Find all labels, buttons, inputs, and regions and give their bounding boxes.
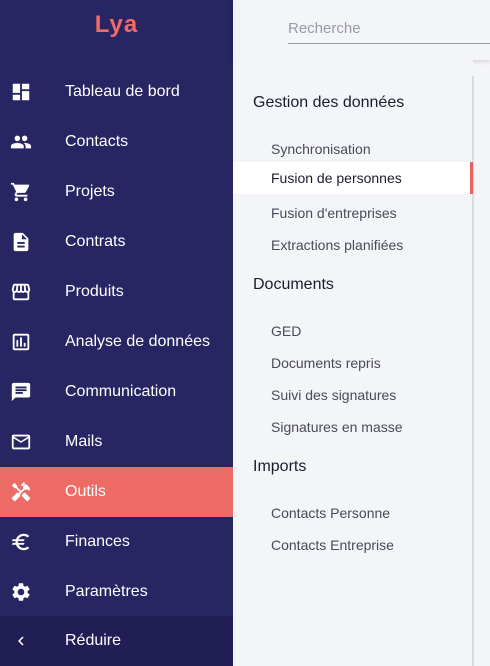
store-icon <box>10 281 32 303</box>
sidebar-item-outils[interactable]: Outils <box>0 467 233 517</box>
sidebar-item-label: Contacts <box>65 133 129 150</box>
sidebar-item-label: Outils <box>65 483 106 500</box>
collapse-label: Réduire <box>65 632 122 649</box>
submenu-item-synchronisation[interactable]: Synchronisation <box>233 133 473 165</box>
sidebar: Lya Tableau de bord Contacts Projets Con… <box>0 0 233 666</box>
chevron-left-icon <box>12 632 30 650</box>
sidebar-item-tableau-de-bord[interactable]: Tableau de bord <box>0 67 233 117</box>
analytics-icon <box>10 331 32 353</box>
sidebar-item-label: Produits <box>65 283 124 300</box>
submenu-item-suivi-signatures[interactable]: Suivi des signatures <box>233 379 473 411</box>
sidebar-item-projets[interactable]: Projets <box>0 167 233 217</box>
sidebar-item-contacts[interactable]: Contacts <box>0 117 233 167</box>
sidebar-item-communication[interactable]: Communication <box>0 367 233 417</box>
chat-icon <box>10 381 32 403</box>
people-icon <box>10 131 32 153</box>
submenu-item-signatures-masse[interactable]: Signatures en masse <box>233 411 473 443</box>
logo-text: Lya <box>94 11 139 38</box>
sidebar-item-label: Tableau de bord <box>65 83 180 100</box>
mail-icon <box>10 431 32 453</box>
sidebar-item-mails[interactable]: Mails <box>0 417 233 467</box>
app-logo[interactable]: Lya <box>0 0 233 50</box>
submenu-item-documents-repris[interactable]: Documents repris <box>233 347 473 379</box>
document-icon <box>10 231 32 253</box>
sidebar-item-label: Analyse de données <box>65 333 210 350</box>
submenu-item-extractions[interactable]: Extractions planifiées <box>233 229 473 261</box>
sidebar-item-label: Mails <box>65 433 103 450</box>
submenu-item-fusion-entreprises[interactable]: Fusion d'entreprises <box>233 197 473 229</box>
gear-icon <box>10 581 32 603</box>
sidebar-item-label: Paramètres <box>65 583 148 600</box>
dashboard-icon <box>10 81 32 103</box>
collapse-sidebar-button[interactable]: Réduire <box>0 616 233 666</box>
section-title-imports: Imports <box>253 458 307 475</box>
sidebar-item-parametres[interactable]: Paramètres <box>0 567 233 617</box>
submenu-item-contacts-entreprise[interactable]: Contacts Entreprise <box>233 529 473 561</box>
sidebar-item-finances[interactable]: Finances <box>0 517 233 567</box>
sidebar-item-contrats[interactable]: Contrats <box>0 217 233 267</box>
sidebar-item-label: Projets <box>65 183 115 200</box>
sidebar-item-label: Finances <box>65 533 130 550</box>
cart-icon <box>10 181 32 203</box>
sidebar-item-analyse[interactable]: Analyse de données <box>0 317 233 367</box>
euro-icon <box>10 531 32 553</box>
tools-icon <box>10 481 32 503</box>
submenu-item-fusion-personnes[interactable]: Fusion de personnes <box>233 162 473 194</box>
sidebar-item-produits[interactable]: Produits <box>0 267 233 317</box>
sidebar-item-label: Communication <box>65 383 177 400</box>
top-bar <box>233 0 490 60</box>
section-title-gestion: Gestion des données <box>253 94 405 111</box>
sidebar-item-label: Contrats <box>65 233 126 250</box>
search-input[interactable] <box>288 14 490 44</box>
submenu-item-contacts-personne[interactable]: Contacts Personne <box>233 497 473 529</box>
submenu-item-ged[interactable]: GED <box>233 315 473 347</box>
section-title-documents: Documents <box>253 276 334 293</box>
